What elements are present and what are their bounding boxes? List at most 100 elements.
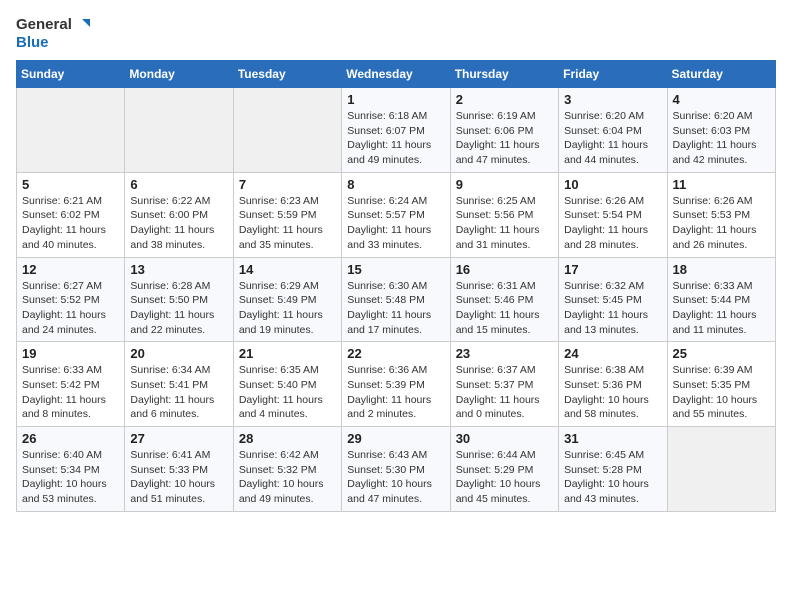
day-cell: 12 Sunrise: 6:27 AMSunset: 5:52 PMDayligh… (17, 257, 125, 342)
day-info: Sunrise: 6:20 AMSunset: 6:03 PMDaylight:… (673, 109, 770, 168)
day-cell: 24 Sunrise: 6:38 AMSunset: 5:36 PMDayligh… (559, 342, 667, 427)
day-cell: 20Sunrise: 6:34 AMSunset: 5:41 PMDayligh… (125, 342, 233, 427)
day-number: 12 (22, 262, 119, 277)
day-number: 3 (564, 92, 661, 107)
day-cell: 25Sunrise: 6:39 AMSunset: 5:35 PMDayligh… (667, 342, 775, 427)
day-number: 4 (673, 92, 770, 107)
day-info: Sunrise: 6:43 AMSunset: 5:30 PMDaylight:… (347, 448, 444, 507)
logo: General Blue (16, 16, 90, 52)
day-info: Sunrise: 6:33 AMSunset: 5:44 PMDaylight:… (673, 279, 770, 338)
calendar-header: SundayMondayTuesdayWednesdayThursdayFrid… (17, 61, 776, 88)
day-info: Sunrise: 6:39 AMSunset: 5:35 PMDaylight:… (673, 363, 770, 422)
day-number: 19 (22, 346, 119, 361)
day-cell: 9 Sunrise: 6:25 AMSunset: 5:56 PMDaylight… (450, 172, 558, 257)
day-number: 14 (239, 262, 336, 277)
day-info: Sunrise: 6:42 AMSunset: 5:32 PMDaylight:… (239, 448, 336, 507)
day-number: 24 (564, 346, 661, 361)
day-cell: 13Sunrise: 6:28 AMSunset: 5:50 PMDayligh… (125, 257, 233, 342)
day-info: Sunrise: 6:27 AMSunset: 5:52 PMDaylight:… (22, 279, 119, 338)
day-number: 27 (130, 431, 227, 446)
column-header-saturday: Saturday (667, 61, 775, 88)
day-number: 13 (130, 262, 227, 277)
day-number: 23 (456, 346, 553, 361)
day-info: Sunrise: 6:35 AMSunset: 5:40 PMDaylight:… (239, 363, 336, 422)
week-row-3: 19 Sunrise: 6:33 AMSunset: 5:42 PMDayligh… (17, 342, 776, 427)
day-cell: 22 Sunrise: 6:36 AMSunset: 5:39 PMDayligh… (342, 342, 450, 427)
day-cell: 19 Sunrise: 6:33 AMSunset: 5:42 PMDayligh… (17, 342, 125, 427)
day-number: 22 (347, 346, 444, 361)
day-number: 29 (347, 431, 444, 446)
day-info: Sunrise: 6:20 AMSunset: 6:04 PMDaylight:… (564, 109, 661, 168)
logo-general: General (16, 16, 72, 33)
day-info: Sunrise: 6:40 AMSunset: 5:34 PMDaylight:… (22, 448, 119, 507)
day-info: Sunrise: 6:44 AMSunset: 5:29 PMDaylight:… (456, 448, 553, 507)
day-info: Sunrise: 6:19 AMSunset: 6:06 PMDaylight:… (456, 109, 553, 168)
day-cell: 2 Sunrise: 6:19 AMSunset: 6:06 PMDaylight… (450, 88, 558, 173)
column-header-friday: Friday (559, 61, 667, 88)
day-info: Sunrise: 6:38 AMSunset: 5:36 PMDaylight:… (564, 363, 661, 422)
day-info: Sunrise: 6:21 AMSunset: 6:02 PMDaylight:… (22, 194, 119, 253)
day-info: Sunrise: 6:29 AMSunset: 5:49 PMDaylight:… (239, 279, 336, 338)
day-info: Sunrise: 6:45 AMSunset: 5:28 PMDaylight:… (564, 448, 661, 507)
day-number: 10 (564, 177, 661, 192)
day-info: Sunrise: 6:32 AMSunset: 5:45 PMDaylight:… (564, 279, 661, 338)
day-cell: 31 Sunrise: 6:45 AMSunset: 5:28 PMDayligh… (559, 427, 667, 512)
day-cell: 3 Sunrise: 6:20 AMSunset: 6:04 PMDaylight… (559, 88, 667, 173)
day-number: 20 (130, 346, 227, 361)
day-number: 21 (239, 346, 336, 361)
day-cell: 29 Sunrise: 6:43 AMSunset: 5:30 PMDayligh… (342, 427, 450, 512)
day-info: Sunrise: 6:23 AMSunset: 5:59 PMDaylight:… (239, 194, 336, 253)
day-info: Sunrise: 6:41 AMSunset: 5:33 PMDaylight:… (130, 448, 227, 507)
day-cell: 11 Sunrise: 6:26 AMSunset: 5:53 PMDayligh… (667, 172, 775, 257)
week-row-0: 1 Sunrise: 6:18 AMSunset: 6:07 PMDaylight… (17, 88, 776, 173)
day-number: 16 (456, 262, 553, 277)
column-header-thursday: Thursday (450, 61, 558, 88)
day-cell: 7 Sunrise: 6:23 AMSunset: 5:59 PMDaylight… (233, 172, 341, 257)
day-info: Sunrise: 6:26 AMSunset: 5:54 PMDaylight:… (564, 194, 661, 253)
logo-blue: Blue (16, 34, 49, 51)
day-number: 2 (456, 92, 553, 107)
day-cell: 17 Sunrise: 6:32 AMSunset: 5:45 PMDayligh… (559, 257, 667, 342)
logo-bird-icon (72, 16, 90, 34)
day-cell: 1 Sunrise: 6:18 AMSunset: 6:07 PMDaylight… (342, 88, 450, 173)
day-info: Sunrise: 6:24 AMSunset: 5:57 PMDaylight:… (347, 194, 444, 253)
day-number: 11 (673, 177, 770, 192)
day-cell (125, 88, 233, 173)
day-info: Sunrise: 6:31 AMSunset: 5:46 PMDaylight:… (456, 279, 553, 338)
day-info: Sunrise: 6:33 AMSunset: 5:42 PMDaylight:… (22, 363, 119, 422)
day-info: Sunrise: 6:36 AMSunset: 5:39 PMDaylight:… (347, 363, 444, 422)
column-header-wednesday: Wednesday (342, 61, 450, 88)
day-number: 18 (673, 262, 770, 277)
day-number: 17 (564, 262, 661, 277)
page-header: General Blue (16, 16, 776, 52)
day-cell: 4 Sunrise: 6:20 AMSunset: 6:03 PMDaylight… (667, 88, 775, 173)
day-number: 26 (22, 431, 119, 446)
column-header-tuesday: Tuesday (233, 61, 341, 88)
day-cell: 23Sunrise: 6:37 AMSunset: 5:37 PMDayligh… (450, 342, 558, 427)
day-number: 8 (347, 177, 444, 192)
day-number: 31 (564, 431, 661, 446)
calendar-body: 1 Sunrise: 6:18 AMSunset: 6:07 PMDaylight… (17, 88, 776, 512)
week-row-2: 12 Sunrise: 6:27 AMSunset: 5:52 PMDayligh… (17, 257, 776, 342)
day-number: 1 (347, 92, 444, 107)
day-info: Sunrise: 6:18 AMSunset: 6:07 PMDaylight:… (347, 109, 444, 168)
day-cell: 6Sunrise: 6:22 AMSunset: 6:00 PMDaylight… (125, 172, 233, 257)
day-cell (17, 88, 125, 173)
day-cell: 28 Sunrise: 6:42 AMSunset: 5:32 PMDayligh… (233, 427, 341, 512)
logo-text: General Blue (16, 16, 90, 52)
day-cell: 8 Sunrise: 6:24 AMSunset: 5:57 PMDaylight… (342, 172, 450, 257)
day-cell (667, 427, 775, 512)
day-info: Sunrise: 6:26 AMSunset: 5:53 PMDaylight:… (673, 194, 770, 253)
day-cell: 15Sunrise: 6:30 AMSunset: 5:48 PMDayligh… (342, 257, 450, 342)
day-cell: 10 Sunrise: 6:26 AMSunset: 5:54 PMDayligh… (559, 172, 667, 257)
day-info: Sunrise: 6:30 AMSunset: 5:48 PMDaylight:… (347, 279, 444, 338)
day-number: 5 (22, 177, 119, 192)
day-cell: 16 Sunrise: 6:31 AMSunset: 5:46 PMDayligh… (450, 257, 558, 342)
day-cell (233, 88, 341, 173)
day-number: 30 (456, 431, 553, 446)
day-number: 9 (456, 177, 553, 192)
day-number: 7 (239, 177, 336, 192)
day-info: Sunrise: 6:25 AMSunset: 5:56 PMDaylight:… (456, 194, 553, 253)
day-number: 28 (239, 431, 336, 446)
column-header-monday: Monday (125, 61, 233, 88)
